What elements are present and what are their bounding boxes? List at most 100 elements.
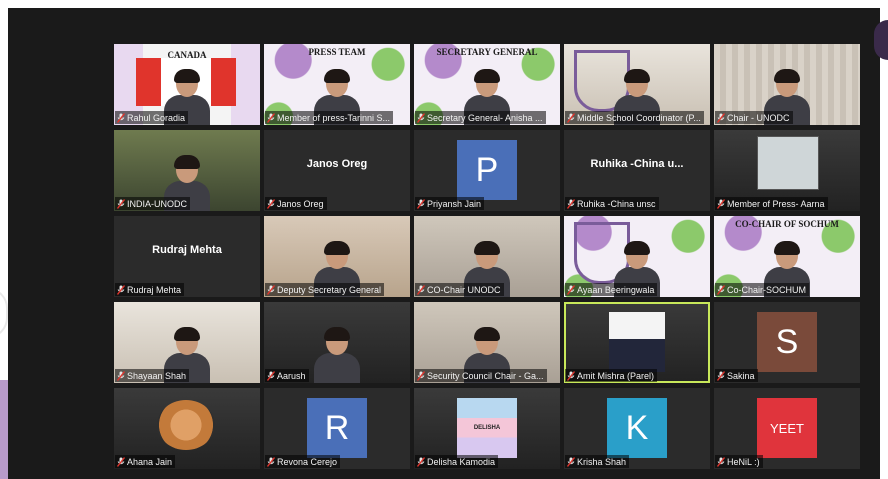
muted-mic-icon xyxy=(717,456,725,467)
muted-mic-icon xyxy=(717,284,725,295)
participant-name: HeNiL :) xyxy=(727,456,760,467)
participant-name: Deputy Secretary General xyxy=(277,284,382,295)
muted-mic-icon xyxy=(717,112,725,123)
profile-photo xyxy=(757,136,819,190)
participant-name: Janos Oreg xyxy=(277,198,324,209)
name-tag: Chair - UNODC xyxy=(715,111,793,124)
video-tile[interactable]: CANADA Rahul Goradia xyxy=(114,44,260,125)
video-tile[interactable]: Member of Press- Aarna xyxy=(714,130,860,211)
participant-name: Delisha Kamodia xyxy=(427,456,496,467)
muted-mic-icon xyxy=(567,456,575,467)
video-tile[interactable]: Aarush xyxy=(264,302,410,383)
video-tile[interactable]: YEET HeNiL :) xyxy=(714,388,860,469)
name-tag: Ahana Jain xyxy=(115,455,176,468)
name-tag: Shayaan Shah xyxy=(115,369,190,382)
name-tag: CO-Chair UNODC xyxy=(415,283,504,296)
muted-mic-icon xyxy=(717,370,725,381)
participant-name: INDIA-UNODC xyxy=(127,198,187,209)
video-tile[interactable]: CO-Chair UNODC xyxy=(414,216,560,297)
name-tag: Member of Press- Aarna xyxy=(715,197,828,210)
avatar: YEET xyxy=(757,398,817,458)
video-tile[interactable]: R Revona Cerejo xyxy=(264,388,410,469)
muted-mic-icon xyxy=(117,284,125,295)
name-tag: Co-Chair-SOCHUM xyxy=(715,283,810,296)
name-tag: Security Council Chair - Ga... xyxy=(415,369,547,382)
muted-mic-icon xyxy=(717,198,725,209)
video-tile[interactable]: CO-CHAIR OF SOCHUM Co-Chair-SOCHUM xyxy=(714,216,860,297)
gallery-view: CANADA Rahul Goradia PRESS TEAM Member of p… xyxy=(114,44,860,472)
participant-name: Chair - UNODC xyxy=(727,112,790,123)
video-tile[interactable]: P Priyansh Jain xyxy=(414,130,560,211)
video-tile[interactable]: DELISHA Delisha Kamodia xyxy=(414,388,560,469)
muted-mic-icon xyxy=(117,198,125,209)
muted-mic-icon xyxy=(417,198,425,209)
muted-mic-icon xyxy=(567,112,575,123)
participant-name: Rudraj Mehta xyxy=(127,284,182,295)
slide-decoration-right xyxy=(874,20,888,60)
participant-name: Rahul Goradia xyxy=(127,112,186,123)
avatar: P xyxy=(457,140,517,200)
muted-mic-icon xyxy=(417,284,425,295)
video-tile[interactable]: PRESS TEAM Member of press-Tarinni S... xyxy=(264,44,410,125)
profile-photo xyxy=(609,312,665,372)
participant-name: CO-Chair UNODC xyxy=(427,284,501,295)
name-tag: Krisha Shah xyxy=(565,455,630,468)
video-tile[interactable]: Janos Oreg Janos Oreg xyxy=(264,130,410,211)
avatar: DELISHA xyxy=(457,398,517,458)
video-tile[interactable]: Ruhika -China u... Ruhika -China unsc xyxy=(564,130,710,211)
muted-mic-icon xyxy=(567,198,575,209)
muted-mic-icon xyxy=(417,456,425,467)
video-tile[interactable]: K Krisha Shah xyxy=(564,388,710,469)
video-tile[interactable]: Shayaan Shah xyxy=(114,302,260,383)
video-tile[interactable]: Middle School Coordinator (P... xyxy=(564,44,710,125)
name-tag: Revona Cerejo xyxy=(265,455,341,468)
participant-name: Ruhika -China unsc xyxy=(577,198,656,209)
video-tile[interactable]: Chair - UNODC xyxy=(714,44,860,125)
avatar: K xyxy=(607,398,667,458)
participant-name: Ayaan Beeringwala xyxy=(577,284,655,295)
participant-name: Krisha Shah xyxy=(577,456,627,467)
name-tag: Priyansh Jain xyxy=(415,197,485,210)
video-tile[interactable]: SECRETARY GENERAL Secretary General- Anis… xyxy=(414,44,560,125)
participant-name: Sakina xyxy=(727,370,755,381)
video-tile[interactable]: Security Council Chair - Ga... xyxy=(414,302,560,383)
participant-name: Secretary General- Anisha ... xyxy=(427,112,543,123)
participant-name: Security Council Chair - Ga... xyxy=(427,370,544,381)
cake-image xyxy=(157,400,215,450)
video-tile[interactable]: Ayaan Beeringwala xyxy=(564,216,710,297)
muted-mic-icon xyxy=(117,370,125,381)
participant-name: Member of Press- Aarna xyxy=(727,198,825,209)
muted-mic-icon xyxy=(267,456,275,467)
background-banner-text: SECRETARY GENERAL xyxy=(436,47,538,57)
video-tile[interactable]: Deputy Secretary General xyxy=(264,216,410,297)
video-tile[interactable]: Rudraj Mehta Rudraj Mehta xyxy=(114,216,260,297)
muted-mic-icon xyxy=(117,112,125,123)
name-tag: Aarush xyxy=(265,369,309,382)
participant-name: Priyansh Jain xyxy=(427,198,482,209)
muted-mic-icon xyxy=(267,284,275,295)
background-banner-text: CANADA xyxy=(167,50,207,60)
name-tag: Janos Oreg xyxy=(265,197,327,210)
muted-mic-icon xyxy=(117,456,125,467)
muted-mic-icon xyxy=(567,370,575,381)
video-tile[interactable]: Amit Mishra (Parel) xyxy=(564,302,710,383)
participant-video xyxy=(314,327,360,383)
participant-name: Ahana Jain xyxy=(127,456,173,467)
avatar: R xyxy=(307,398,367,458)
video-tile[interactable]: Ahana Jain xyxy=(114,388,260,469)
video-tile[interactable]: S Sakina xyxy=(714,302,860,383)
muted-mic-icon xyxy=(267,112,275,123)
participant-name: Amit Mishra (Parel) xyxy=(577,370,655,381)
muted-mic-icon xyxy=(567,284,575,295)
muted-mic-icon xyxy=(267,370,275,381)
background-banner-text: PRESS TEAM xyxy=(308,47,366,57)
participant-name: Revona Cerejo xyxy=(277,456,338,467)
participant-display-name: Ruhika -China u... xyxy=(590,158,684,170)
muted-mic-icon xyxy=(417,112,425,123)
name-tag: Rahul Goradia xyxy=(115,111,189,124)
name-tag: Ayaan Beeringwala xyxy=(565,283,658,296)
name-tag: INDIA-UNODC xyxy=(115,197,190,210)
video-tile[interactable]: INDIA-UNODC xyxy=(114,130,260,211)
participant-name: Co-Chair-SOCHUM xyxy=(727,284,807,295)
name-tag: Secretary General- Anisha ... xyxy=(415,111,546,124)
